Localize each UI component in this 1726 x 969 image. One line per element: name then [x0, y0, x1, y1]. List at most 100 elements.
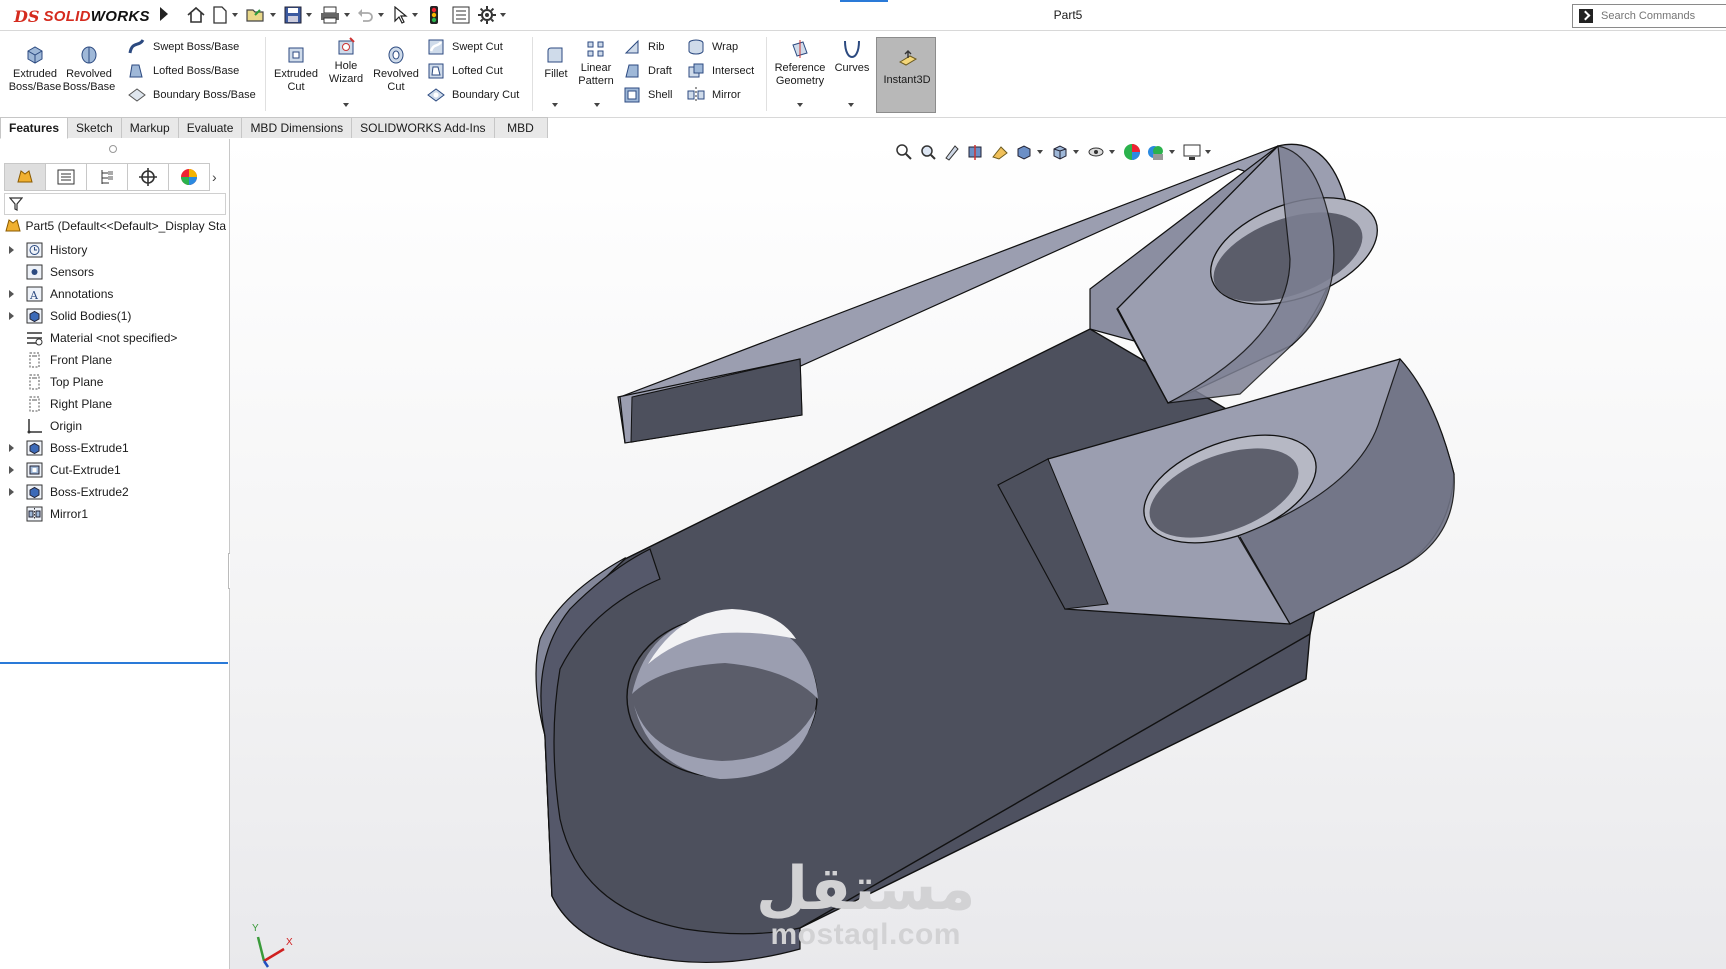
display-style-icon[interactable]	[1051, 143, 1069, 161]
open-button[interactable]	[246, 5, 276, 25]
tree-item-top-plane[interactable]: Top Plane	[0, 371, 229, 393]
tab-feature-manager[interactable]	[4, 163, 46, 191]
tree-item-label: Right Plane	[50, 397, 113, 411]
tab-configuration-manager[interactable]	[86, 163, 128, 191]
tree-item-boss-extrude2[interactable]: Boss-Extrude2	[0, 481, 229, 503]
tree-filter-box[interactable]	[4, 193, 226, 215]
swept-boss-button[interactable]: Swept Boss/Base	[127, 37, 239, 57]
view-settings-icon[interactable]	[1183, 143, 1201, 161]
previous-view-icon[interactable]	[943, 143, 961, 161]
tree-item-sensors[interactable]: Sensors	[0, 261, 229, 283]
tab-markup[interactable]: Markup	[120, 117, 179, 138]
graphics-area[interactable]: Y X مستقل mostaql.com	[230, 139, 1726, 969]
expand-arrow-icon[interactable]	[9, 290, 14, 298]
tree-item-material-not-specified[interactable]: Material <not specified>	[0, 327, 229, 349]
boundary-boss-button[interactable]: Boundary Boss/Base	[127, 85, 256, 105]
expand-arrow-icon[interactable]	[9, 312, 14, 320]
tab-evaluate[interactable]: Evaluate	[177, 117, 243, 138]
curves-button[interactable]: Curves	[832, 39, 872, 75]
property-manager-icon	[57, 169, 75, 185]
tab-dimxpert-manager[interactable]	[127, 163, 169, 191]
instant3d-icon	[898, 50, 918, 66]
tree-item-annotations[interactable]: A Annotations	[0, 283, 229, 305]
tab-solidworks-addins[interactable]: SOLIDWORKS Add-Ins	[351, 117, 495, 138]
home-button[interactable]	[186, 5, 206, 25]
hide-show-items-icon[interactable]	[1087, 143, 1105, 161]
expand-arrow-icon[interactable]	[9, 444, 14, 452]
linear-pattern-button[interactable]: Linear Pattern	[576, 39, 616, 88]
home-icon	[187, 6, 205, 23]
fillet-button[interactable]: Fillet	[538, 45, 574, 81]
tab-property-manager[interactable]	[45, 163, 87, 191]
boundary-cut-button[interactable]: Boundary Cut	[426, 85, 519, 105]
linear-pattern-dropdown-icon[interactable]	[594, 103, 600, 107]
extruded-cut-button[interactable]: Extruded Cut	[272, 45, 320, 94]
tree-item-front-plane[interactable]: Front Plane	[0, 349, 229, 371]
revolved-cut-button[interactable]: Revolved Cut	[372, 45, 420, 94]
fillet-dropdown-icon[interactable]	[552, 103, 558, 107]
watermark: مستقل mostaql.com	[756, 859, 975, 951]
expand-arrow-icon[interactable]	[9, 246, 14, 254]
more-tabs-chevron-icon[interactable]: ›	[212, 169, 217, 185]
tree-item-origin[interactable]: Origin	[0, 415, 229, 437]
file-properties-button[interactable]	[452, 5, 470, 25]
reference-geometry-dropdown-icon[interactable]	[797, 103, 803, 107]
tab-mbd-dimensions[interactable]: MBD Dimensions	[241, 117, 353, 138]
tab-mbd[interactable]: MBD	[493, 117, 548, 138]
revolved-boss-button[interactable]: Revolved Boss/Base	[63, 45, 115, 94]
watermark-latin: mostaql.com	[770, 918, 961, 951]
curves-icon	[844, 40, 860, 59]
expand-arrow-icon[interactable]	[9, 488, 14, 496]
menu-expand-icon[interactable]	[160, 7, 168, 21]
lofted-boss-button[interactable]: Lofted Boss/Base	[127, 61, 239, 81]
rib-button[interactable]: Rib	[622, 37, 665, 57]
intersect-button[interactable]: Intersect	[686, 61, 754, 81]
edit-appearance-icon[interactable]	[1123, 143, 1141, 161]
plane-icon	[26, 396, 43, 412]
hole-wizard-button[interactable]: Hole Wizard	[322, 37, 370, 86]
undo-button[interactable]	[356, 5, 384, 25]
select-button[interactable]	[392, 5, 418, 25]
draft-label: Draft	[648, 65, 672, 77]
tab-display-manager[interactable]	[168, 163, 210, 191]
tree-item-boss-extrude1[interactable]: Boss-Extrude1	[0, 437, 229, 459]
lofted-cut-button[interactable]: Lofted Cut	[426, 61, 503, 81]
new-document-button[interactable]	[212, 5, 238, 25]
apply-scene-icon[interactable]	[1147, 143, 1165, 161]
zoom-to-fit-icon[interactable]	[895, 143, 913, 161]
tree-item-cut-extrude1[interactable]: Cut-Extrude1	[0, 459, 229, 481]
tree-item-right-plane[interactable]: Right Plane	[0, 393, 229, 415]
expand-arrow-icon[interactable]	[9, 466, 14, 474]
wrap-button[interactable]: Wrap	[686, 37, 738, 57]
tab-features[interactable]: Features	[0, 117, 69, 139]
hole-wizard-dropdown-icon[interactable]	[343, 103, 349, 107]
rollback-bar[interactable]	[0, 662, 228, 664]
rebuild-button[interactable]	[428, 5, 440, 25]
extruded-boss-button[interactable]: Extruded Boss/Base	[9, 45, 61, 94]
dynamic-annotation-icon[interactable]	[991, 143, 1009, 161]
tab-sketch[interactable]: Sketch	[67, 117, 122, 138]
print-button[interactable]	[320, 5, 350, 25]
print-icon	[321, 6, 339, 24]
curves-dropdown-icon[interactable]	[848, 103, 854, 107]
options-button[interactable]	[478, 5, 506, 25]
draft-button[interactable]: Draft	[622, 61, 672, 81]
mirror-button[interactable]: Mirror	[686, 85, 741, 105]
tree-item-history[interactable]: History	[0, 239, 229, 261]
search-commands-box[interactable]	[1572, 4, 1726, 28]
instant3d-button[interactable]: Instant3D	[876, 37, 936, 113]
pane-grip-handle[interactable]	[109, 145, 117, 153]
save-button[interactable]	[284, 5, 312, 25]
swept-cut-button[interactable]: Swept Cut	[426, 37, 503, 57]
tree-item-solid-bodies-1[interactable]: Solid Bodies(1)	[0, 305, 229, 327]
section-view-icon[interactable]	[967, 143, 985, 161]
part-model-3d[interactable]	[230, 139, 1726, 969]
tree-root-part[interactable]: Part5 (Default<<Default>_Display Sta	[4, 218, 226, 234]
view-orientation-icon[interactable]	[1015, 143, 1033, 161]
solidworks-logo[interactable]: DS SOLIDWORKS	[14, 6, 150, 26]
reference-geometry-button[interactable]: Reference Geometry	[772, 39, 828, 88]
tree-item-mirror1[interactable]: Mirror1	[0, 503, 229, 525]
shell-button[interactable]: Shell	[622, 85, 672, 105]
zoom-to-area-icon[interactable]	[919, 143, 937, 161]
search-input[interactable]	[1599, 9, 1723, 23]
